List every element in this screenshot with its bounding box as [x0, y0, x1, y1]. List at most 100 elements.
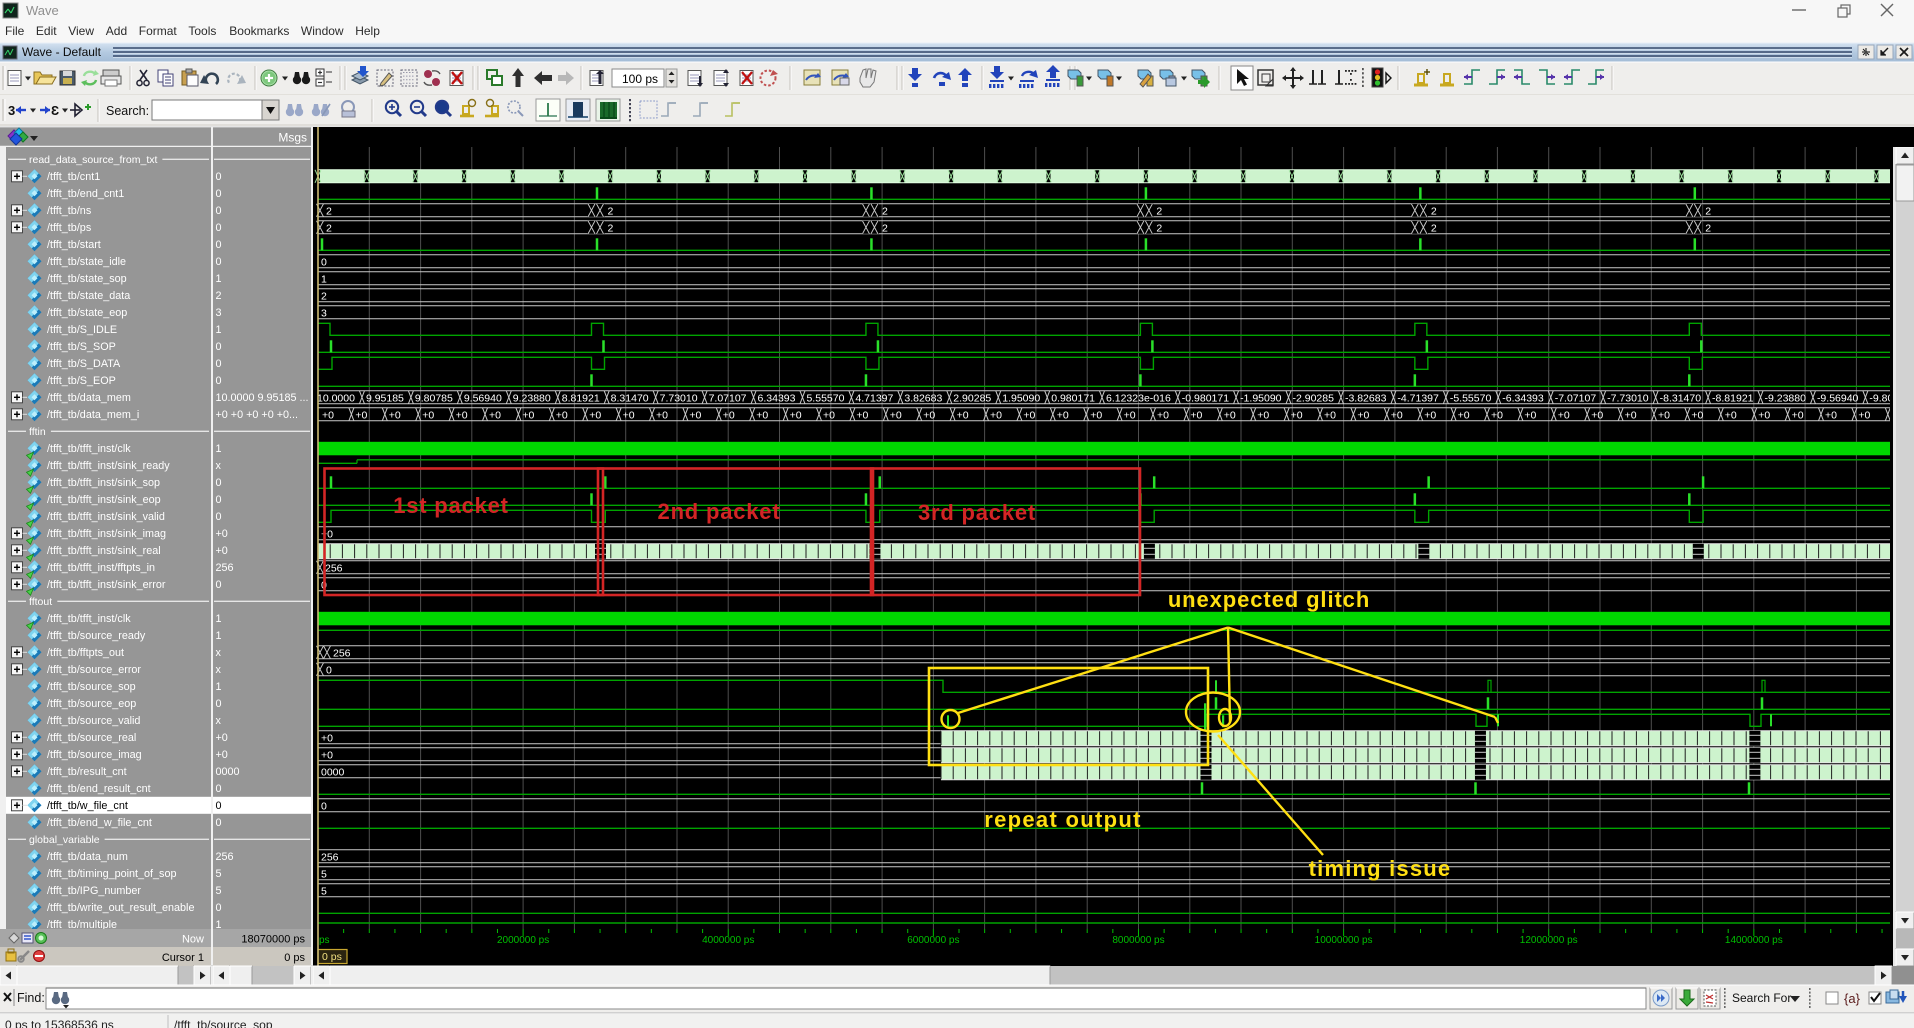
- svg-text:256: 256: [321, 851, 339, 863]
- svg-text:+0: +0: [216, 528, 228, 540]
- svg-text:+0: +0: [1124, 409, 1136, 421]
- svg-text:+0: +0: [623, 409, 635, 421]
- svg-text:1: 1: [216, 681, 222, 693]
- svg-text:/tfft_tb/data_mem: /tfft_tb/data_mem: [47, 392, 131, 404]
- svg-text:read_data_source_from_txt: read_data_source_from_txt: [29, 154, 157, 166]
- svg-text:unexpected glitch: unexpected glitch: [1168, 587, 1370, 612]
- svg-text:0: 0: [216, 783, 222, 795]
- svg-text:0: 0: [216, 358, 222, 370]
- svg-text:Search For: Search For: [1732, 991, 1791, 1005]
- svg-text:+0: +0: [823, 409, 835, 421]
- svg-text:0: 0: [216, 222, 222, 234]
- svg-text:+0: +0: [756, 409, 768, 421]
- svg-text:Help: Help: [355, 24, 380, 38]
- svg-text:+0: +0: [689, 409, 701, 421]
- svg-text:0: 0: [216, 205, 222, 217]
- svg-text:/tfft_tb/result_cnt: /tfft_tb/result_cnt: [47, 766, 127, 778]
- svg-text:2: 2: [1431, 222, 1437, 234]
- svg-text:/tfft_tb/source_imag: /tfft_tb/source_imag: [47, 749, 142, 761]
- svg-text:0: 0: [216, 341, 222, 353]
- svg-text:5: 5: [321, 868, 327, 880]
- svg-text:-9.56940: -9.56940: [1817, 392, 1859, 404]
- svg-text:+0: +0: [1491, 409, 1503, 421]
- svg-text:0 ps to 15368536 ns: 0 ps to 15368536 ns: [5, 1018, 114, 1028]
- svg-text:+0: +0: [321, 528, 333, 540]
- svg-text:9.23880: 9.23880: [513, 392, 551, 404]
- svg-text:3rd packet: 3rd packet: [918, 500, 1036, 525]
- svg-text:Window: Window: [301, 24, 344, 38]
- svg-text:0: 0: [321, 800, 327, 812]
- svg-text:5.55570: 5.55570: [806, 392, 844, 404]
- svg-text:10.0000: 10.0000: [317, 392, 355, 404]
- svg-text:0: 0: [216, 256, 222, 268]
- svg-text:/tfft_tb/IPG_number: /tfft_tb/IPG_number: [47, 885, 141, 897]
- svg-text:/tfft_tb/S_EOP: /tfft_tb/S_EOP: [47, 375, 116, 387]
- svg-text:+0: +0: [1858, 409, 1870, 421]
- svg-text:2: 2: [882, 205, 888, 217]
- svg-text:2: 2: [1431, 205, 1437, 217]
- svg-text:2.90285: 2.90285: [953, 392, 991, 404]
- svg-text:/tfft_tb/tfft_inst/sink_valid: /tfft_tb/tfft_inst/sink_valid: [47, 511, 165, 523]
- svg-text:/tfft_tb/ns: /tfft_tb/ns: [47, 205, 92, 217]
- svg-text:256: 256: [216, 562, 234, 574]
- svg-text:/tfft_tb/start: /tfft_tb/start: [47, 239, 101, 251]
- svg-text:/tfft_tb/tfft_inst/sink_error: /tfft_tb/tfft_inst/sink_error: [47, 579, 166, 591]
- svg-text:/tfft_tb/state_idle: /tfft_tb/state_idle: [47, 256, 126, 268]
- svg-text:3: 3: [8, 103, 15, 118]
- svg-text:/tfft_tb/source_eop: /tfft_tb/source_eop: [47, 698, 136, 710]
- svg-text:6000000 ps: 6000000 ps: [907, 935, 959, 946]
- svg-text:12000000 ps: 12000000 ps: [1520, 935, 1578, 946]
- svg-text:2: 2: [216, 290, 222, 302]
- svg-text:+0: +0: [1558, 409, 1570, 421]
- svg-text:+0: +0: [923, 409, 935, 421]
- svg-text:0: 0: [216, 494, 222, 506]
- svg-text:2nd packet: 2nd packet: [658, 499, 781, 524]
- svg-text:x: x: [216, 647, 222, 659]
- svg-text:+0: +0: [556, 409, 568, 421]
- svg-text:7.07107: 7.07107: [709, 392, 747, 404]
- svg-text:2: 2: [882, 222, 888, 234]
- svg-text:/tfft_tb/S_DATA: /tfft_tb/S_DATA: [47, 358, 121, 370]
- svg-text:5: 5: [321, 885, 327, 897]
- svg-text:4.71397: 4.71397: [855, 392, 893, 404]
- svg-text:1: 1: [321, 273, 327, 285]
- svg-text:0: 0: [216, 579, 222, 591]
- svg-text:+0: +0: [589, 409, 601, 421]
- svg-text:/tfft_tb/end_w_file_cnt: /tfft_tb/end_w_file_cnt: [47, 817, 152, 829]
- svg-text:/tfft_tb/source_valid: /tfft_tb/source_valid: [47, 715, 140, 727]
- svg-text:Format: Format: [139, 24, 178, 38]
- svg-text:256: 256: [216, 851, 234, 863]
- svg-text:+0: +0: [216, 732, 228, 744]
- svg-text:+0: +0: [1458, 409, 1470, 421]
- svg-text:2: 2: [326, 222, 332, 234]
- svg-text:+0: +0: [1758, 409, 1770, 421]
- svg-text:+0: +0: [1725, 409, 1737, 421]
- svg-text:/tfft_tb/tfft_inst/sink_eop: /tfft_tb/tfft_inst/sink_eop: [47, 494, 161, 506]
- svg-text:0.980171: 0.980171: [1051, 392, 1095, 404]
- svg-text:5: 5: [216, 885, 222, 897]
- svg-text:/tfft_tb/multiple: /tfft_tb/multiple: [47, 919, 117, 929]
- svg-text:+0: +0: [1391, 409, 1403, 421]
- svg-text:256: 256: [325, 562, 343, 574]
- svg-text:0000: 0000: [216, 766, 240, 778]
- svg-text:-7.73010: -7.73010: [1607, 392, 1649, 404]
- svg-text:2: 2: [1705, 222, 1711, 234]
- svg-text:/tfft_tb/source_sop: /tfft_tb/source_sop: [47, 681, 136, 693]
- svg-text:2: 2: [321, 290, 327, 302]
- svg-text:/tfft_tb/cnt1: /tfft_tb/cnt1: [47, 171, 100, 183]
- svg-text:/tfft_tb/data_num: /tfft_tb/data_num: [47, 851, 128, 863]
- svg-text:Wave - Default: Wave - Default: [22, 45, 102, 59]
- svg-text:+0: +0: [1224, 409, 1236, 421]
- svg-text:0: 0: [216, 477, 222, 489]
- svg-text:3.82683: 3.82683: [904, 392, 942, 404]
- svg-text:10000000 ps: 10000000 ps: [1315, 935, 1373, 946]
- svg-text:0: 0: [326, 664, 332, 676]
- svg-text:/tfft_tb/tfft_inst/sink_imag: /tfft_tb/tfft_inst/sink_imag: [47, 528, 166, 540]
- svg-text:100 ps: 100 ps: [622, 72, 658, 86]
- svg-text:+0: +0: [990, 409, 1002, 421]
- svg-text:Ɛ: Ɛ: [51, 103, 59, 118]
- svg-text:2: 2: [1156, 222, 1162, 234]
- svg-text:Wave: Wave: [26, 3, 59, 18]
- svg-text:+0: +0: [790, 409, 802, 421]
- svg-text:7.73010: 7.73010: [660, 392, 698, 404]
